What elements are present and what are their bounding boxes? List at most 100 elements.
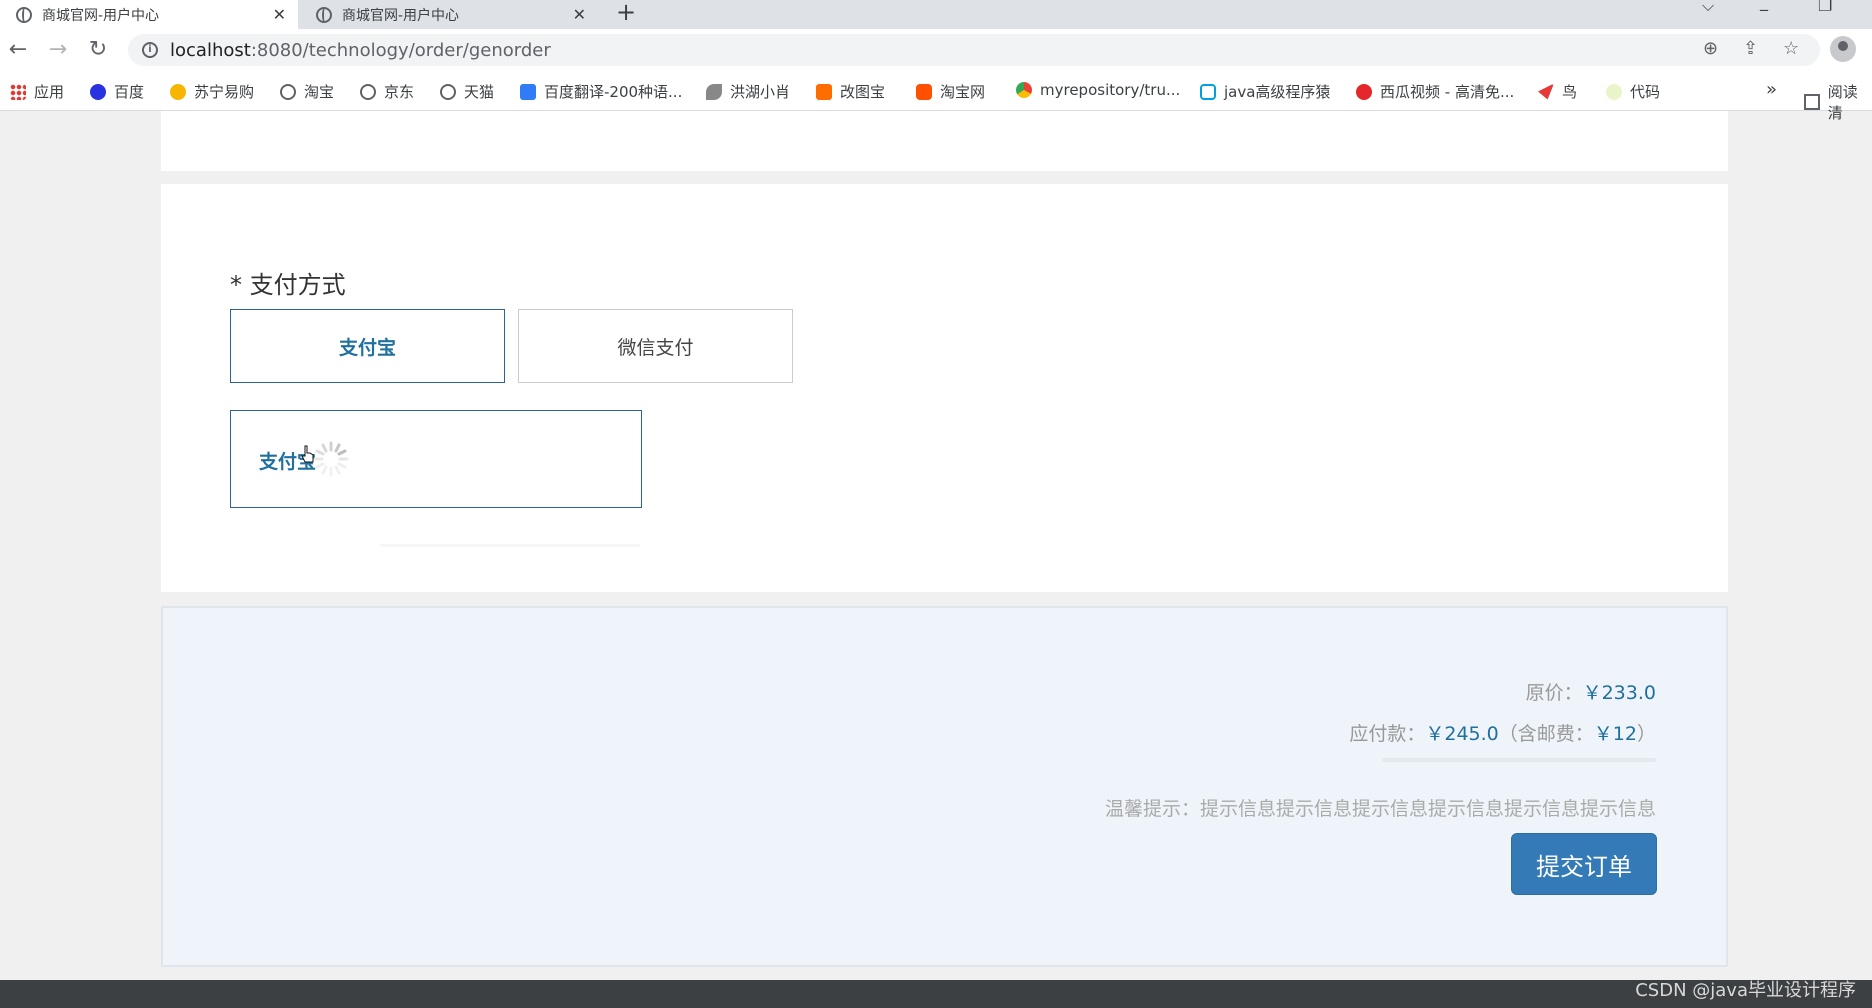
summary-divider bbox=[1382, 758, 1656, 762]
bookmark-code[interactable]: 代码 bbox=[1606, 81, 1660, 102]
bookmark-java[interactable]: java高级程序猿 bbox=[1200, 81, 1330, 102]
tab-title: 商城官网-用户中心 bbox=[342, 7, 460, 24]
original-price-value: ￥233.0 bbox=[1582, 682, 1656, 704]
bookmark-apps[interactable]: 应用 bbox=[10, 81, 64, 102]
bookmark-label: 改图宝 bbox=[840, 83, 886, 101]
bookmark-label: 洪湖小肖 bbox=[730, 83, 791, 101]
payable-row: 应付款：￥245.0（含邮费：￥12） bbox=[1349, 719, 1656, 746]
bookmark-label: 天猫 bbox=[464, 83, 495, 101]
bookmark-honghu[interactable]: 洪湖小肖 bbox=[706, 81, 790, 102]
close-icon[interactable]: ✕ bbox=[573, 5, 586, 24]
payment-detail-box[interactable]: 支付宝 bbox=[230, 410, 642, 508]
code-icon bbox=[1606, 83, 1622, 100]
bookmark-taobao[interactable]: 淘宝 bbox=[280, 81, 334, 102]
bookmark-tmall[interactable]: 天猫 bbox=[440, 81, 494, 102]
url-path: :8080/technology/order/genorder bbox=[250, 39, 551, 61]
shipping-prefix: （含邮费： bbox=[1498, 723, 1594, 745]
payment-panel bbox=[161, 184, 1728, 592]
globe-icon bbox=[440, 83, 456, 100]
alipay-option-label: 支付宝 bbox=[338, 336, 396, 359]
bookmark-gaitubao[interactable]: 改图宝 bbox=[816, 81, 885, 102]
bookmark-baidu[interactable]: 百度 bbox=[90, 81, 144, 102]
bird-icon bbox=[706, 83, 722, 100]
order-summary-panel bbox=[161, 606, 1728, 967]
close-icon[interactable]: ✕ bbox=[273, 5, 286, 24]
baidu-paw-icon bbox=[90, 83, 106, 100]
bookmark-label: 鸟 bbox=[1562, 83, 1578, 101]
url-field[interactable]: i localhost:8080/technology/order/genord… bbox=[128, 34, 1820, 66]
order-info-panel bbox=[161, 111, 1728, 171]
bookmark-taobao-net[interactable]: 淘宝网 bbox=[916, 81, 985, 102]
submit-order-button[interactable]: 提交订单 bbox=[1511, 833, 1657, 895]
minimize-icon[interactable]: _ bbox=[1760, 0, 1768, 11]
original-price-label: 原价： bbox=[1525, 682, 1583, 704]
forward-arrow-icon[interactable]: → bbox=[46, 37, 70, 62]
taobao-icon bbox=[916, 83, 932, 100]
site-info-icon[interactable]: i bbox=[142, 42, 158, 58]
xigua-icon bbox=[1356, 83, 1372, 100]
share-icon[interactable]: ⇪ bbox=[1743, 38, 1758, 59]
bookmark-myrepository[interactable]: myrepository/tru... bbox=[1016, 81, 1180, 99]
bookmark-label: 京东 bbox=[384, 83, 415, 101]
wechat-pay-option-button[interactable]: 微信支付 bbox=[518, 309, 793, 383]
tab-user-center-2[interactable]: 商城官网-用户中心 ✕ bbox=[300, 0, 598, 29]
bookmark-star-icon[interactable]: ☆ bbox=[1783, 38, 1799, 59]
bird-red-icon bbox=[1538, 83, 1554, 100]
footer-bar bbox=[0, 980, 1872, 1008]
bookmark-label: 淘宝 bbox=[304, 83, 335, 101]
image-tool-icon bbox=[816, 83, 832, 100]
bookmark-suning[interactable]: 苏宁易购 bbox=[170, 81, 254, 102]
alipay-option-button[interactable]: 支付宝 bbox=[230, 309, 505, 383]
bookmark-label: 代码 bbox=[1630, 83, 1661, 101]
tab-title: 商城官网-用户中心 bbox=[42, 7, 160, 24]
back-arrow-icon[interactable]: ← bbox=[6, 37, 30, 62]
apps-grid-icon bbox=[10, 83, 26, 100]
payable-label: 应付款： bbox=[1349, 723, 1426, 745]
globe-icon bbox=[360, 83, 376, 100]
globe-icon bbox=[16, 6, 32, 23]
bookmark-niao[interactable]: 鸟 bbox=[1538, 81, 1577, 102]
tab-user-center-1[interactable]: 商城官网-用户中心 ✕ bbox=[0, 0, 298, 29]
address-toolbar: ← → ↻ i localhost:8080/technology/order/… bbox=[0, 29, 1872, 71]
url-text: localhost:8080/technology/order/genorder bbox=[170, 40, 551, 61]
shipping-value: ￥12 bbox=[1593, 723, 1637, 745]
shipping-suffix: ） bbox=[1636, 723, 1656, 745]
bookmark-label: 淘宝网 bbox=[940, 83, 986, 101]
reload-icon[interactable]: ↻ bbox=[86, 37, 110, 62]
reading-list-label: 阅读清 bbox=[1827, 83, 1858, 122]
tip-text: 温馨提示：提示信息提示信息提示信息提示信息提示信息提示信息 bbox=[1104, 798, 1656, 820]
bookmarks-more-icon[interactable]: » bbox=[1766, 79, 1777, 100]
bookmark-label: 苏宁易购 bbox=[194, 83, 255, 101]
bookmark-baidu-translate[interactable]: 百度翻译-200种语... bbox=[520, 81, 682, 102]
bookmark-label: 百度翻译-200种语... bbox=[544, 83, 683, 101]
tab-strip: 商城官网-用户中心 ✕ 商城官网-用户中心 ✕ + ⌵ _ ❐ bbox=[0, 0, 1872, 29]
zoom-icon[interactable]: ⊕ bbox=[1703, 38, 1718, 59]
wechat-pay-option-label: 微信支付 bbox=[617, 336, 694, 359]
bookmark-label: java高级程序猿 bbox=[1224, 83, 1331, 101]
watermark: CSDN @java毕业设计程序 bbox=[1635, 980, 1856, 1001]
new-tab-plus-icon[interactable]: + bbox=[616, 0, 636, 26]
bookmark-xigua[interactable]: 西瓜视频 - 高清免... bbox=[1356, 81, 1514, 102]
divider bbox=[380, 544, 640, 547]
payment-method-title: * 支付方式 bbox=[230, 271, 346, 299]
bookmark-jd[interactable]: 京东 bbox=[360, 81, 414, 102]
translate-icon bbox=[520, 83, 536, 100]
chrome-icon bbox=[1016, 82, 1032, 98]
payable-value: ￥245.0 bbox=[1425, 723, 1499, 745]
globe-icon bbox=[316, 6, 332, 23]
bookmark-label: 西瓜视频 - 高清免... bbox=[1380, 83, 1515, 101]
url-host: localhost bbox=[170, 39, 251, 61]
loading-spinner-icon bbox=[313, 441, 349, 477]
bookmark-label: 应用 bbox=[34, 83, 65, 101]
bilibili-icon bbox=[1200, 83, 1216, 100]
tab-search-chevron-icon[interactable]: ⌵ bbox=[1702, 0, 1714, 16]
suning-icon bbox=[170, 83, 186, 100]
hand-cursor-icon bbox=[301, 445, 314, 463]
bookmarks-bar: 应用 百度 苏宁易购 淘宝 京东 天猫 百度翻译-200种语... 洪湖小肖 改… bbox=[0, 71, 1872, 122]
globe-icon bbox=[280, 83, 296, 100]
profile-avatar-icon[interactable] bbox=[1830, 36, 1856, 62]
reading-list-icon bbox=[1804, 94, 1820, 110]
bookmark-label: myrepository/tru... bbox=[1040, 81, 1181, 99]
reading-list[interactable]: 阅读清 bbox=[1804, 81, 1872, 123]
restore-icon[interactable]: ❐ bbox=[1818, 0, 1832, 15]
